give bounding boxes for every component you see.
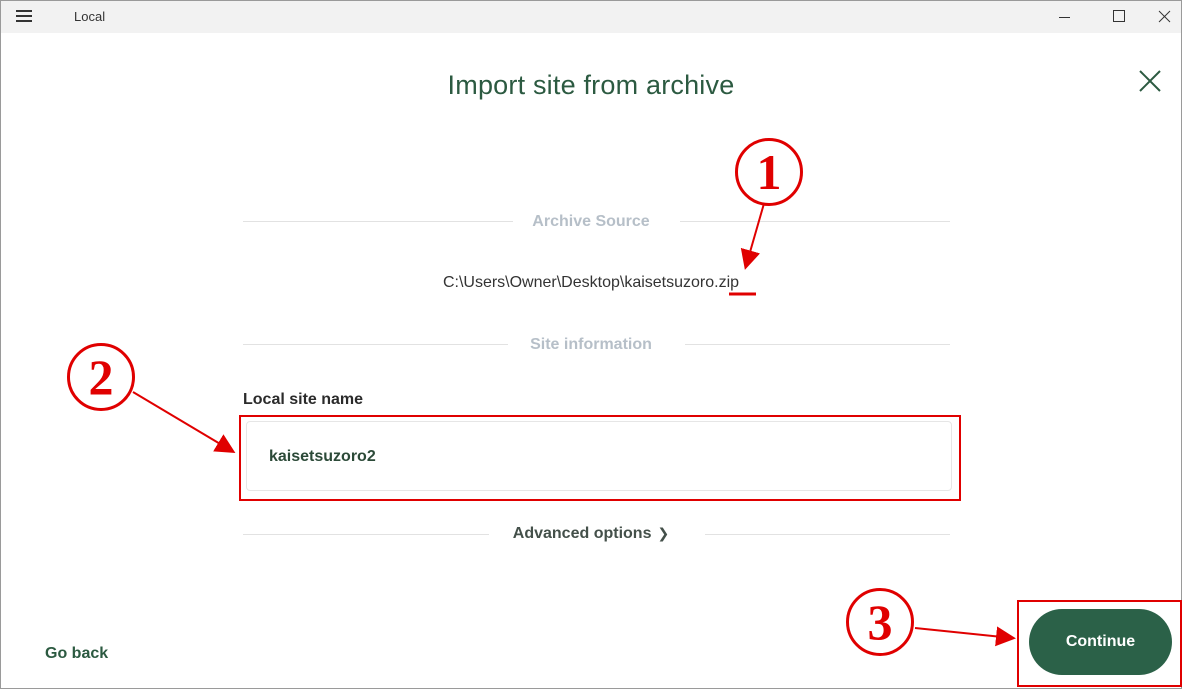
close-icon <box>1158 10 1171 23</box>
site-information-label: Site information <box>530 336 652 353</box>
archive-source-label: Archive Source <box>532 213 650 230</box>
annotation-marker-2: 2 <box>67 343 135 411</box>
close-icon <box>1139 70 1161 92</box>
dialog-title: Import site from archive <box>447 70 735 100</box>
minimize-button[interactable] <box>1041 1 1087 33</box>
highlight-site-name-field <box>239 415 961 501</box>
app-title: Local <box>74 9 106 24</box>
advanced-options-toggle[interactable]: Advanced options ❯ <box>0 525 1182 543</box>
dialog-close-button[interactable] <box>1136 67 1164 95</box>
go-back-link[interactable]: Go back <box>45 645 108 663</box>
chevron-down-icon: ❯ <box>657 525 670 541</box>
advanced-options-label: Advanced options <box>512 525 652 542</box>
hamburger-menu-icon[interactable] <box>16 10 32 23</box>
maximize-button[interactable] <box>1096 1 1142 33</box>
annotation-marker-3: 3 <box>846 588 914 656</box>
annotation-marker-1: 1 <box>735 138 803 206</box>
window-close-button[interactable] <box>1141 1 1181 33</box>
archive-path: C:\Users\Owner\Desktop\kaisetsuzoro.zip <box>0 274 1182 292</box>
highlight-continue-button <box>1017 600 1182 687</box>
title-bar: Local <box>1 1 1181 33</box>
archive-path-prefix: C:\Users\Owner\Desktop\kaisetsuzoro <box>442 274 715 291</box>
archive-path-extension: .zip <box>714 274 740 291</box>
site-name-label: Local site name <box>243 391 364 408</box>
